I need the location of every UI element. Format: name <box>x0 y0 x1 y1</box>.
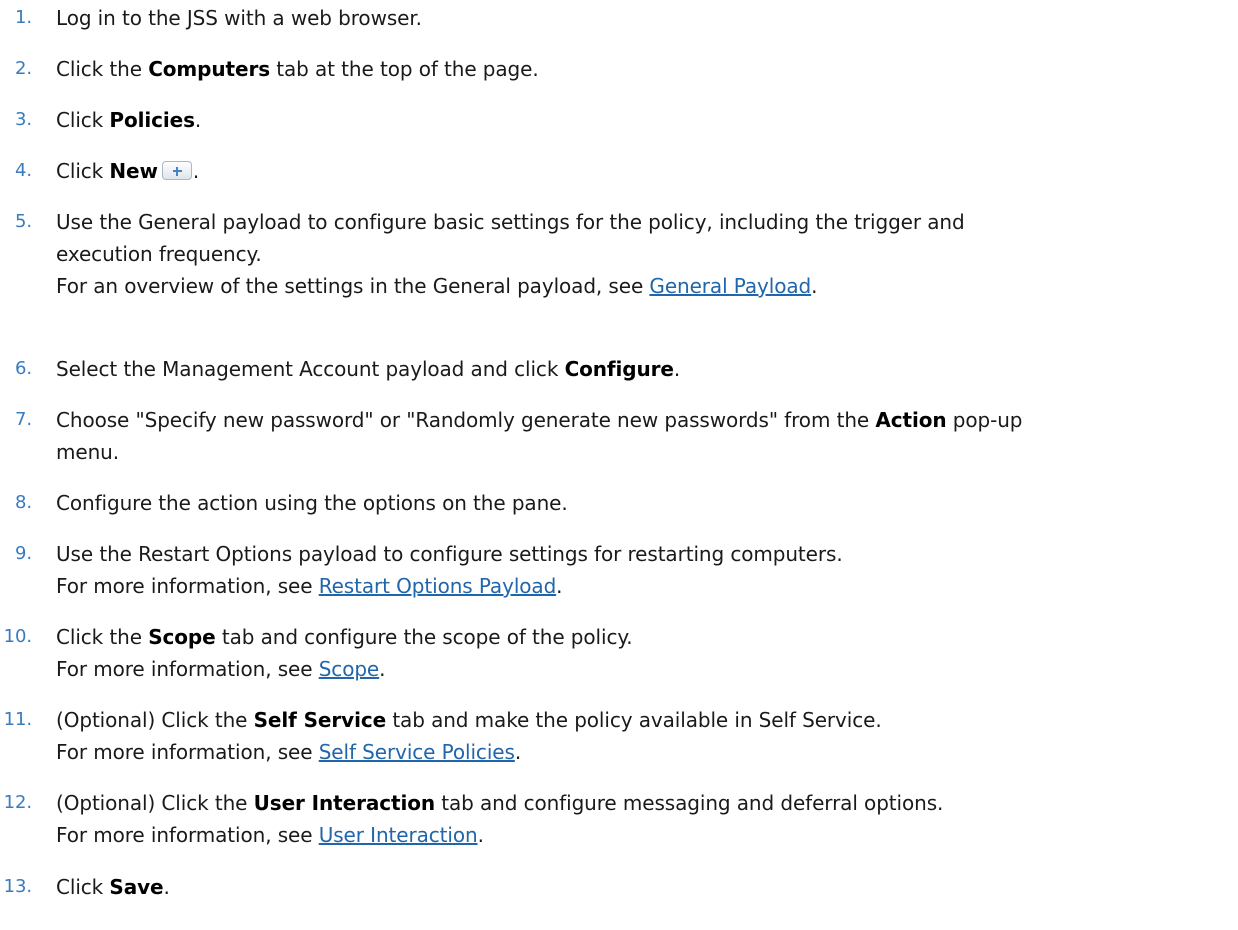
user-interaction-tab-ref: User Interaction <box>253 791 435 815</box>
step-number: 1. <box>15 7 32 28</box>
step-number: 6. <box>15 358 32 379</box>
self-service-policies-link[interactable]: Self Service Policies <box>319 740 515 764</box>
self-service-tab-ref: Self Service <box>253 708 387 732</box>
user-interaction-link[interactable]: User Interaction <box>319 823 478 847</box>
step-number: 10. <box>3 626 32 647</box>
step-number: 11. <box>3 709 32 730</box>
step-subtext: For more information, see <box>56 657 319 681</box>
step-number: 13. <box>3 876 32 897</box>
step-text: Use the General payload to configure bas… <box>56 210 965 234</box>
step-text: . <box>163 875 170 899</box>
step-text: Use the Restart Options payload to confi… <box>56 542 843 566</box>
step-subtext: For more information, see <box>56 823 319 847</box>
step-text: . <box>192 159 200 183</box>
plus-icon <box>161 161 192 180</box>
policies-ref: Policies <box>109 108 195 132</box>
step-text: Select the Management Account payload an… <box>56 357 565 381</box>
step-text: Configure the action using the options o… <box>56 491 568 515</box>
step-text: Click <box>56 875 110 899</box>
step-number: 4. <box>15 160 32 181</box>
step-text: . <box>194 108 202 132</box>
step-text: tab and make the policy available in Sel… <box>386 708 882 732</box>
step-subtext: For an overview of the settings in the G… <box>56 274 650 298</box>
step-text: Log in to the JSS with a web browser. <box>56 6 422 30</box>
computers-tab-ref: Computers <box>148 57 271 81</box>
step-subtext: . <box>379 657 386 681</box>
step-text: Click <box>56 159 110 183</box>
step-text: (Optional) Click the <box>56 708 254 732</box>
step-text: . <box>673 357 681 381</box>
step-text: tab at the top of the page. <box>270 57 539 81</box>
new-button-ref: New <box>109 159 158 183</box>
step-text: (Optional) Click the <box>56 791 254 815</box>
step-subtext: For more information, see <box>56 740 319 764</box>
step-subtext: . <box>811 274 818 298</box>
step-number: 7. <box>15 409 32 430</box>
step-text: Click <box>56 108 110 132</box>
step-text: tab and configure messaging and deferral… <box>434 791 944 815</box>
general-payload-link[interactable]: General Payload <box>649 274 811 298</box>
step-subtext: . <box>556 574 563 598</box>
save-ref: Save <box>109 875 164 899</box>
step-subtext: . <box>514 740 522 764</box>
step-number: 12. <box>3 792 32 813</box>
action-ref: Action <box>875 408 947 432</box>
step-text: Click the <box>56 625 149 649</box>
step-number: 3. <box>15 109 32 130</box>
step-text: Choose "Specify new password" or "Random… <box>56 408 876 432</box>
step-text: pop-up <box>946 408 1023 432</box>
step-text: execution frequency. <box>56 242 262 266</box>
step-number: 2. <box>15 58 32 79</box>
step-number: 9. <box>15 543 32 564</box>
step-number: 8. <box>15 492 32 513</box>
step-number: 5. <box>15 211 32 232</box>
scope-link[interactable]: Scope <box>319 657 380 681</box>
step-text: tab and configure the scope of the polic… <box>215 625 633 649</box>
step-subtext: . <box>477 823 484 847</box>
step-text: Click the <box>56 57 149 81</box>
step-subtext: For more information, see <box>56 574 319 598</box>
scope-tab-ref: Scope <box>148 625 216 649</box>
configure-ref: Configure <box>564 357 674 381</box>
restart-options-payload-link[interactable]: Restart Options Payload <box>319 574 557 598</box>
step-text: menu. <box>56 440 119 464</box>
